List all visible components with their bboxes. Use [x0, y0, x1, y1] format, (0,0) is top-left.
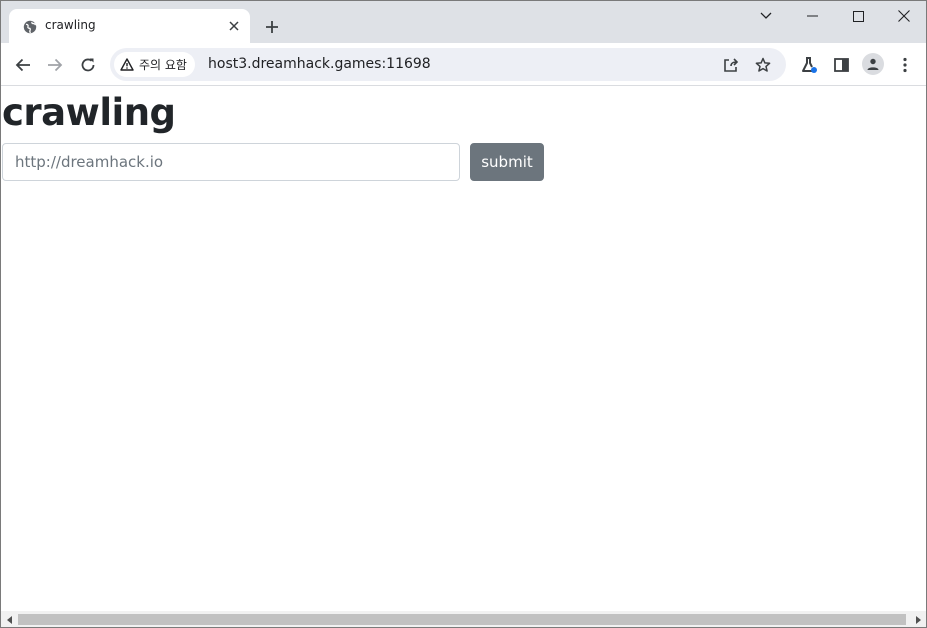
warning-icon [120, 58, 134, 71]
horizontal-scrollbar[interactable] [1, 611, 926, 627]
close-icon [898, 10, 910, 22]
chevron-down-icon [760, 12, 772, 19]
maximize-button[interactable] [835, 1, 881, 31]
url-text[interactable]: host3.dreamhack.games:11698 [208, 56, 431, 72]
share-icon[interactable] [720, 54, 742, 76]
minimize-icon [806, 15, 818, 17]
address-bar[interactable]: 주의 요함 host3.dreamhack.games:11698 [110, 48, 786, 81]
tab-strip: crawling [1, 1, 926, 43]
new-tab-button[interactable] [260, 15, 284, 39]
maximize-icon [852, 10, 864, 22]
security-label: 주의 요함 [139, 58, 187, 72]
tab-crawling[interactable]: crawling [9, 9, 250, 43]
tab-title: crawling [45, 18, 96, 32]
tab-search-button[interactable] [743, 1, 789, 31]
menu-kebab-icon[interactable] [892, 52, 918, 78]
arrow-left-icon [15, 58, 30, 72]
security-chip[interactable]: 주의 요함 [114, 52, 195, 77]
person-icon [867, 58, 879, 70]
bookmark-star-icon[interactable] [752, 54, 774, 76]
browser-toolbar: 주의 요함 host3.dreamhack.games:11698 [1, 43, 926, 86]
submit-button[interactable]: submit [470, 143, 544, 181]
scroll-right-arrow-icon[interactable] [909, 611, 926, 627]
page-viewport: crawling submit [1, 87, 926, 611]
url-input[interactable] [2, 143, 460, 181]
close-icon[interactable] [225, 17, 243, 35]
back-button[interactable] [10, 52, 36, 78]
forward-button[interactable] [42, 52, 68, 78]
scroll-left-arrow-icon[interactable] [1, 611, 18, 627]
browser-window: crawling 주의 요함 host3.dreamhack.games:116… [0, 0, 927, 628]
labs-flask-icon[interactable] [796, 52, 822, 78]
minimize-button[interactable] [789, 1, 835, 31]
reload-icon [81, 58, 95, 72]
reload-button[interactable] [75, 52, 101, 78]
close-window-button[interactable] [881, 1, 926, 31]
plus-icon [266, 21, 278, 33]
side-panel-icon[interactable] [828, 52, 854, 78]
scrollbar-thumb[interactable] [18, 614, 906, 625]
page-title: crawling [2, 91, 176, 134]
profile-avatar[interactable] [862, 53, 884, 75]
arrow-right-icon [48, 58, 63, 72]
globe-icon [23, 20, 37, 34]
